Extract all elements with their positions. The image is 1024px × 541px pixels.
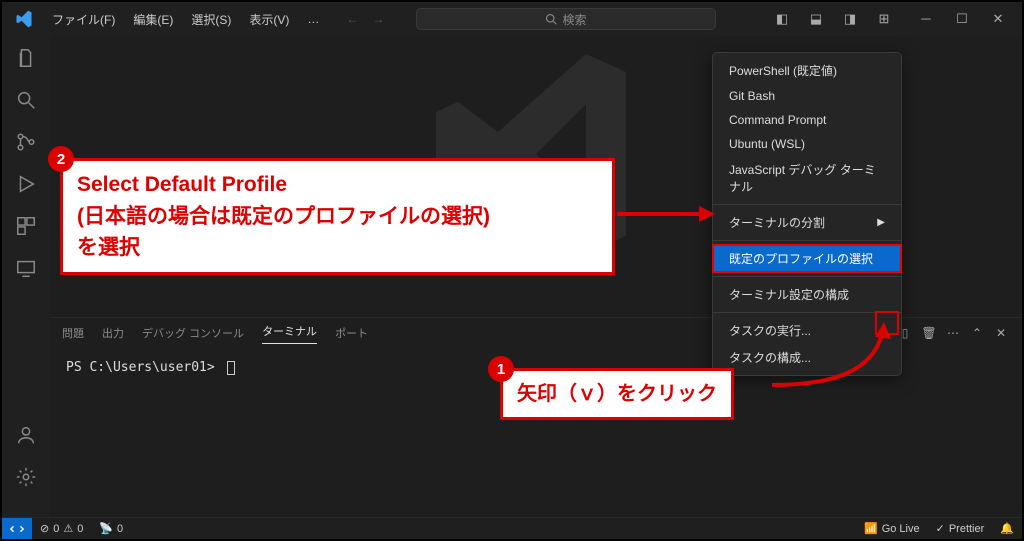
annotation-badge-1: 1 (488, 356, 514, 382)
status-bar: ⊘0 ⚠0 📡0 📶Go Live ✓Prettier 🔔 (2, 517, 1022, 539)
window-maximize-icon[interactable]: ☐ (944, 11, 980, 27)
source-control-icon[interactable] (14, 130, 38, 154)
terminal-prompt: PS C:\Users\user01> (66, 360, 215, 375)
panel-tab-ports[interactable]: ポート (335, 325, 368, 341)
layout-sidebar-left-icon[interactable]: ◧ (766, 11, 798, 27)
dropdown-item[interactable]: PowerShell (既定値) (713, 57, 901, 84)
dropdown-separator (713, 276, 901, 277)
layout-panel-icon[interactable]: ⬓ (800, 11, 832, 27)
panel-tab-terminal[interactable]: ターミナル (262, 323, 317, 344)
panel-tab-debug-console[interactable]: デバッグ コンソール (142, 325, 244, 341)
dropdown-item-label: ターミナル設定の構成 (729, 286, 849, 303)
dropdown-item-label: JavaScript デバッグ ターミナル (729, 161, 885, 195)
dropdown-item[interactable]: ターミナルの分割 ▶ (713, 209, 901, 236)
dropdown-item-label: 既定のプロファイルの選択 (729, 250, 873, 267)
remote-indicator-icon[interactable] (2, 518, 32, 539)
annotation-badge-2: 2 (48, 146, 74, 172)
dropdown-item[interactable]: Git Bash (713, 84, 901, 108)
error-icon: ⊘ (40, 522, 49, 535)
settings-gear-icon[interactable] (14, 465, 38, 489)
window-close-icon[interactable]: ✕ (980, 11, 1016, 27)
dropdown-item[interactable]: Command Prompt (713, 108, 901, 132)
extensions-icon[interactable] (14, 214, 38, 238)
dropdown-item[interactable]: 既定のプロファイルの選択 (713, 245, 901, 272)
title-bar: ファイル(F) 編集(E) 選択(S) 表示(V) … ← → 検索 ◧ ⬓ ◨… (2, 2, 1022, 36)
search-icon[interactable] (14, 88, 38, 112)
panel-close-icon[interactable]: ✕ (992, 326, 1010, 340)
dropdown-separator (713, 312, 901, 313)
dropdown-item[interactable]: ターミナル設定の構成 (713, 281, 901, 308)
activity-bar (2, 36, 50, 517)
dropdown-item-label: Command Prompt (729, 113, 826, 127)
broadcast-icon: 📶 (864, 522, 878, 535)
account-icon[interactable] (14, 423, 38, 447)
annotation-arrow-2 (617, 204, 715, 224)
menu-file[interactable]: ファイル(F) (44, 7, 123, 32)
search-placeholder: 検索 (563, 11, 587, 28)
annotation-box-1: 矢印（ｖ）をクリック (500, 368, 734, 420)
dropdown-item[interactable]: JavaScript デバッグ ターミナル (713, 156, 901, 200)
nav-forward-icon[interactable]: → (367, 12, 389, 26)
command-center-search[interactable]: 検索 (416, 8, 716, 30)
terminal-kill-icon[interactable]: 🗑 (920, 326, 938, 340)
remote-explorer-icon[interactable] (14, 256, 38, 280)
dropdown-item-label: Git Bash (729, 89, 775, 103)
menu-selection[interactable]: 選択(S) (183, 7, 239, 32)
menu-edit[interactable]: 編集(E) (125, 7, 181, 32)
run-debug-icon[interactable] (14, 172, 38, 196)
status-notifications-icon[interactable]: 🔔 (992, 522, 1022, 535)
dropdown-separator (713, 204, 901, 205)
check-icon: ✓ (936, 522, 945, 535)
panel-tab-problems[interactable]: 問題 (62, 325, 84, 341)
panel-maximize-icon[interactable]: ⌃ (968, 326, 986, 340)
nav-back-icon[interactable]: ← (341, 12, 363, 26)
dropdown-separator (713, 240, 901, 241)
dropdown-item-label: Ubuntu (WSL) (729, 137, 805, 151)
warning-icon: ⚠ (63, 522, 73, 535)
status-prettier[interactable]: ✓Prettier (928, 522, 993, 535)
dropdown-item-label: ターミナルの分割 (729, 214, 825, 231)
dropdown-item-label: PowerShell (既定値) (729, 62, 837, 79)
layout-customize-icon[interactable]: ⊞ (868, 11, 900, 27)
menu-overflow[interactable]: … (299, 8, 327, 30)
terminal-more-icon[interactable]: ⋯ (944, 326, 962, 340)
window-minimize-icon[interactable]: ─ (908, 11, 944, 27)
layout-sidebar-right-icon[interactable]: ◨ (834, 11, 866, 27)
menu-view[interactable]: 表示(V) (241, 7, 297, 32)
chevron-right-icon: ▶ (877, 217, 885, 228)
annotation-highlight-chevron (877, 313, 897, 333)
status-problems[interactable]: ⊘0 ⚠0 (32, 522, 91, 535)
status-go-live[interactable]: 📶Go Live (856, 522, 928, 535)
vscode-logo-icon (14, 9, 34, 29)
panel-tab-output[interactable]: 出力 (102, 325, 124, 341)
annotation-box-2: Select Default Profile (日本語の場合は既定のプロファイル… (60, 158, 615, 275)
dropdown-item[interactable]: Ubuntu (WSL) (713, 132, 901, 156)
status-ports[interactable]: 📡0 (91, 522, 131, 535)
terminal-cursor (227, 361, 235, 375)
explorer-icon[interactable] (14, 46, 38, 70)
antenna-icon: 📡 (99, 522, 113, 535)
